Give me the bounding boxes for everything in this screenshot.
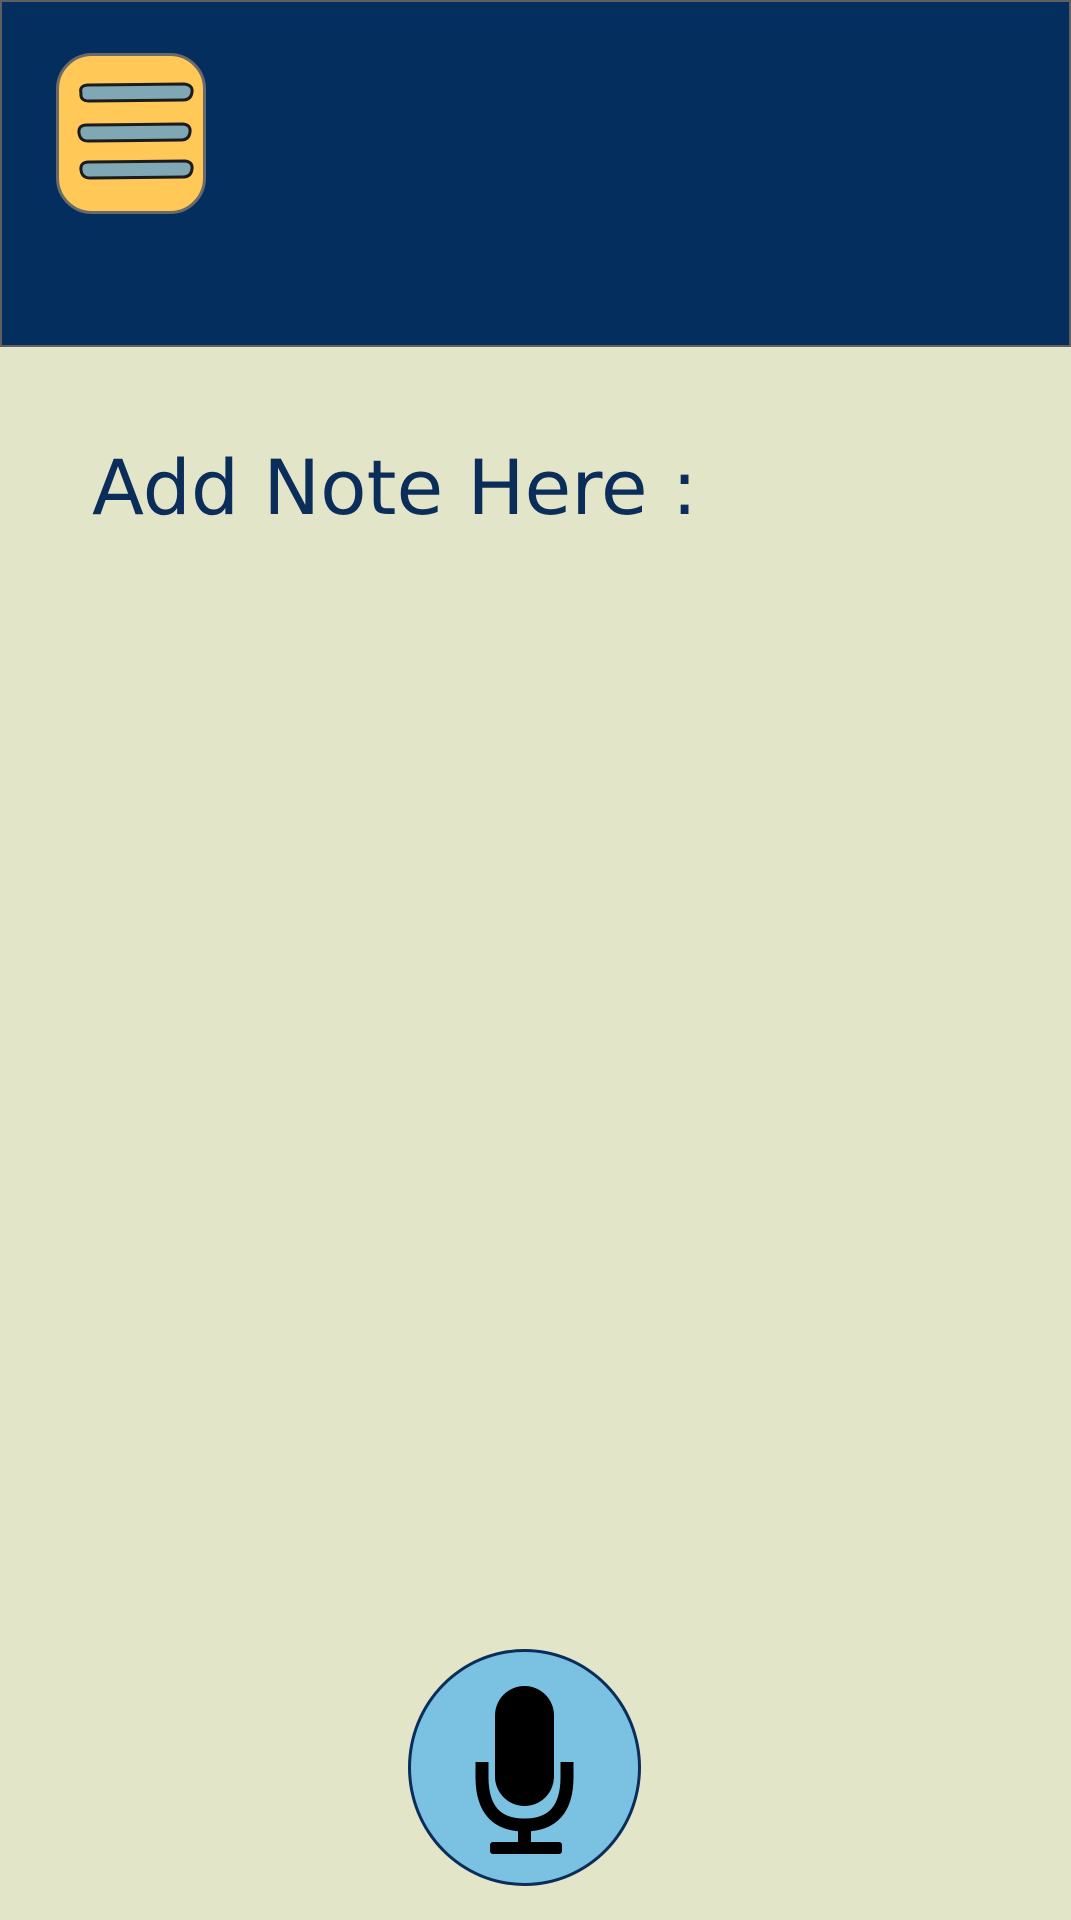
hamburger-menu-icon — [77, 82, 194, 180]
note-label: Add Note Here : — [92, 443, 698, 532]
microphone-icon — [475, 1686, 574, 1854]
menu-button[interactable] — [56, 53, 206, 214]
app-header — [0, 0, 1071, 347]
note-input[interactable] — [92, 560, 1012, 1620]
mic-button[interactable] — [408, 1649, 641, 1886]
